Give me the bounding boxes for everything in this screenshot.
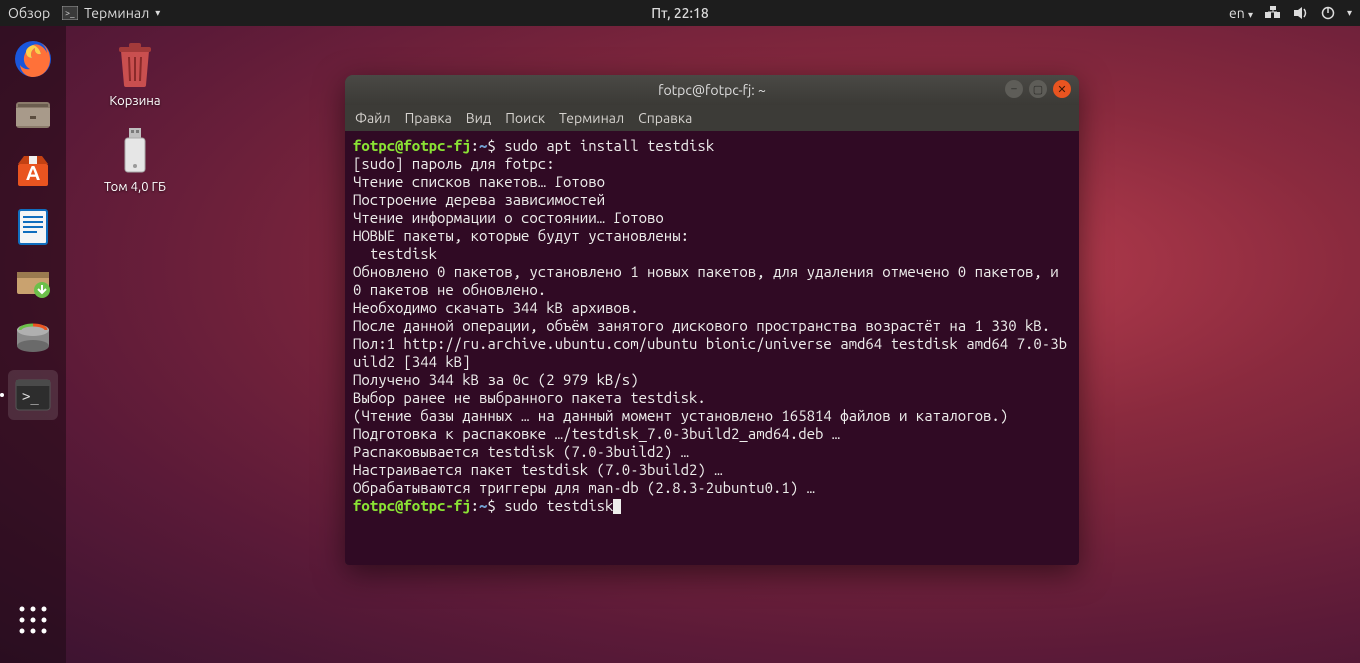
desktop-volume-label: Том 4,0 ГБ <box>90 180 180 194</box>
activities-button[interactable]: Обзор <box>8 5 50 21</box>
svg-text:>_: >_ <box>65 8 75 18</box>
dock-files[interactable] <box>8 90 58 140</box>
terminal-menubar: Файл Правка Вид Поиск Терминал Справка <box>345 105 1079 131</box>
menu-view[interactable]: Вид <box>466 110 491 126</box>
apps-grid-icon <box>17 604 49 636</box>
menu-find[interactable]: Поиск <box>505 110 545 126</box>
writer-icon <box>12 206 54 248</box>
window-minimize-button[interactable]: – <box>1005 80 1023 98</box>
desktop-trash-label: Корзина <box>90 94 180 108</box>
terminal-icon: >_ <box>62 6 78 20</box>
dock-install[interactable] <box>8 258 58 308</box>
window-titlebar[interactable]: fotpc@fotpc-fj: ~ – ▢ ✕ <box>345 75 1079 105</box>
desktop-icons: Корзина Том 4,0 ГБ <box>90 40 180 194</box>
network-icon[interactable] <box>1265 6 1281 20</box>
svg-text:>_: >_ <box>22 389 39 405</box>
disks-icon <box>12 318 54 360</box>
power-icon[interactable] <box>1321 6 1335 20</box>
clock[interactable]: Пт, 22:18 <box>651 5 709 21</box>
dock-disks[interactable] <box>8 314 58 364</box>
show-applications[interactable] <box>8 595 58 645</box>
desktop-volume[interactable]: Том 4,0 ГБ <box>90 126 180 194</box>
dock-firefox[interactable] <box>8 34 58 84</box>
desktop-trash[interactable]: Корзина <box>90 40 180 108</box>
terminal-app-icon: >_ <box>12 374 54 416</box>
menu-edit[interactable]: Правка <box>405 110 452 126</box>
usb-drive-icon <box>90 126 180 176</box>
dock-software[interactable]: A <box>8 146 58 196</box>
terminal-window: fotpc@fotpc-fj: ~ – ▢ ✕ Файл Правка Вид … <box>345 75 1079 565</box>
svg-text:A: A <box>26 161 40 184</box>
dock-writer[interactable] <box>8 202 58 252</box>
firefox-icon <box>12 38 54 80</box>
top-panel: Обзор >_ Терминал ▾ Пт, 22:18 en ▾ ▾ <box>0 0 1360 26</box>
software-icon: A <box>12 150 54 192</box>
menu-terminal[interactable]: Терминал <box>559 110 624 126</box>
window-maximize-button[interactable]: ▢ <box>1029 80 1047 98</box>
trash-icon <box>90 40 180 90</box>
app-menu-label: Терминал <box>84 5 149 21</box>
install-icon <box>12 262 54 304</box>
terminal-output[interactable]: fotpc@fotpc-fj:~$ sudo apt install testd… <box>345 131 1079 565</box>
window-title: fotpc@fotpc-fj: ~ <box>658 82 766 98</box>
chevron-down-icon: ▾ <box>155 7 160 19</box>
app-menu[interactable]: >_ Терминал ▾ <box>62 5 160 21</box>
volume-icon[interactable] <box>1293 6 1309 20</box>
files-icon <box>12 94 54 136</box>
dock: A >_ <box>0 26 66 663</box>
input-language[interactable]: en ▾ <box>1229 5 1253 21</box>
menu-help[interactable]: Справка <box>638 110 692 126</box>
system-menu-chevron-icon[interactable]: ▾ <box>1347 7 1352 19</box>
window-close-button[interactable]: ✕ <box>1053 80 1071 98</box>
dock-terminal[interactable]: >_ <box>8 370 58 420</box>
menu-file[interactable]: Файл <box>355 110 391 126</box>
